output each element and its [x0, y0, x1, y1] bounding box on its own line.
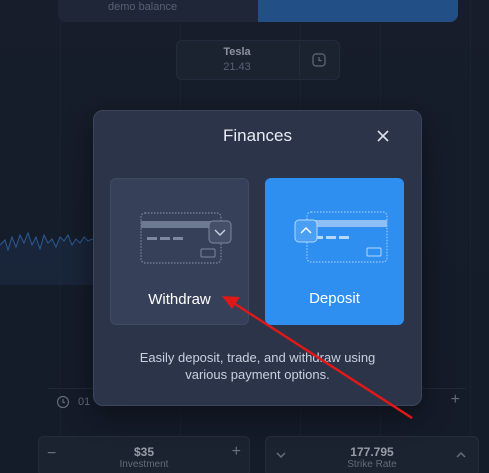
annotation-arrow	[222, 296, 413, 420]
app-stage: demo balance Tesla 21.43 01 + − $35 Inve…	[0, 0, 489, 473]
